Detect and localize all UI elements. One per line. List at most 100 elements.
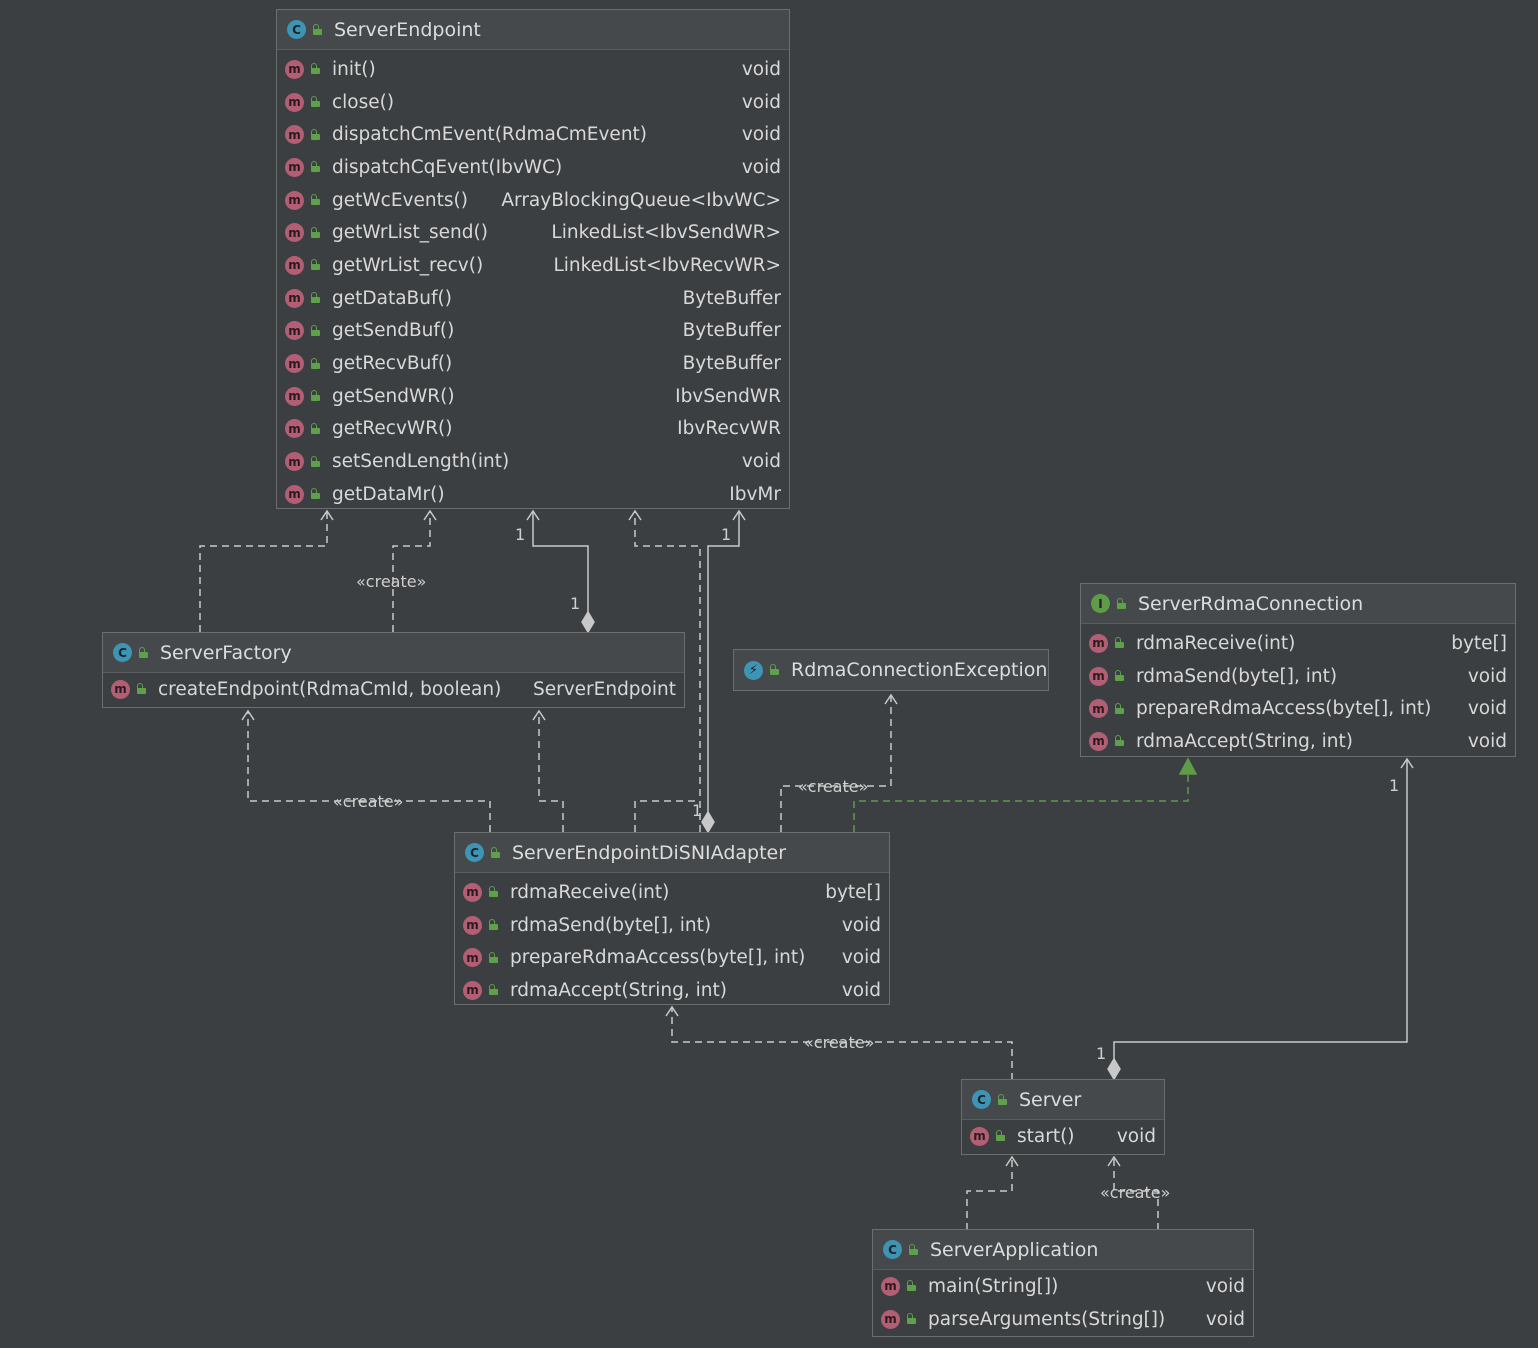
method-name: createEndpoint(RdmaCmId, boolean) bbox=[158, 678, 502, 700]
public-lock-icon bbox=[488, 886, 500, 898]
method-row[interactable]: m close() void bbox=[277, 86, 789, 119]
class-header[interactable]: C ServerEndpoint bbox=[277, 10, 789, 50]
method-name: rdmaReceive(int) bbox=[510, 881, 670, 903]
public-lock-icon bbox=[906, 1313, 918, 1325]
method-return-type: void bbox=[741, 124, 781, 146]
class-title: RdmaConnectionException bbox=[791, 659, 1048, 681]
method-row[interactable]: m prepareRdmaAccess(byte[], int) void bbox=[1081, 692, 1515, 725]
exception-icon: ⚡ bbox=[744, 660, 763, 680]
method-icon: m bbox=[881, 1309, 900, 1329]
method-return-type: ServerEndpoint bbox=[532, 678, 676, 700]
method-row[interactable]: m getSendWR() IbvSendWR bbox=[277, 380, 789, 413]
method-row[interactable]: m getRecvBuf() ByteBuffer bbox=[277, 347, 789, 380]
method-icon: m bbox=[1089, 699, 1108, 719]
class-node-server-application[interactable]: C ServerApplication m main(String[]) void m… bbox=[872, 1229, 1254, 1337]
method-icon: m bbox=[1089, 666, 1108, 686]
edge-adapter-exception-create bbox=[780, 696, 892, 832]
class-header[interactable]: ⚡ RdmaConnectionException bbox=[734, 650, 1048, 690]
method-icon: m bbox=[1089, 633, 1108, 653]
method-name: rdmaAccept(String, int) bbox=[1136, 730, 1353, 752]
method-row[interactable]: m dispatchCqEvent(IbvWC) void bbox=[277, 151, 789, 184]
method-row[interactable]: m rdmaSend(byte[], int) void bbox=[1081, 660, 1515, 693]
class-node-server-endpoint-disni-adapter[interactable]: C ServerEndpointDiSNIAdapter m rdmaReceiv… bbox=[454, 832, 890, 1005]
method-icon: m bbox=[285, 92, 304, 112]
class-node-server[interactable]: C Server m start() void bbox=[961, 1079, 1165, 1155]
method-name: prepareRdmaAccess(byte[], int) bbox=[510, 947, 806, 969]
method-row[interactable]: m rdmaSend(byte[], int) void bbox=[455, 909, 889, 942]
public-lock-icon bbox=[488, 984, 500, 996]
method-return-type: void bbox=[741, 91, 781, 113]
method-icon: m bbox=[285, 452, 304, 472]
method-row[interactable]: m main(String[]) void bbox=[873, 1270, 1253, 1303]
aggregation-diamond-factory bbox=[581, 610, 595, 634]
method-row[interactable]: m getWrList_send() LinkedList<IbvSendWR> bbox=[277, 216, 789, 249]
method-return-type: void bbox=[741, 156, 781, 178]
class-header[interactable]: C Server bbox=[962, 1080, 1164, 1120]
method-icon: m bbox=[463, 882, 482, 902]
method-row[interactable]: m init() void bbox=[277, 53, 789, 86]
class-title: ServerEndpoint bbox=[334, 18, 481, 41]
class-header[interactable]: I ServerRdmaConnection bbox=[1081, 584, 1515, 624]
method-icon: m bbox=[111, 679, 130, 699]
class-node-server-endpoint[interactable]: C ServerEndpoint m init() void m close() void… bbox=[276, 9, 790, 509]
multiplicity-label: 1 bbox=[1096, 1044, 1107, 1063]
method-row[interactable]: m rdmaAccept(String, int) void bbox=[455, 974, 889, 1007]
method-row[interactable]: m getSendBuf() ByteBuffer bbox=[277, 315, 789, 348]
class-node-rdma-connection-exception[interactable]: ⚡ RdmaConnectionException bbox=[733, 649, 1049, 691]
method-row[interactable]: m dispatchCmEvent(RdmaCmEvent) void bbox=[277, 118, 789, 151]
method-icon: m bbox=[285, 59, 304, 79]
method-return-type: ByteBuffer bbox=[682, 320, 781, 342]
edge-label-create: «create» bbox=[356, 572, 427, 591]
multiplicity-label: 1 bbox=[570, 594, 581, 613]
class-header[interactable]: C ServerEndpointDiSNIAdapter bbox=[455, 833, 889, 873]
method-row[interactable]: m prepareRdmaAccess(byte[], int) void bbox=[455, 941, 889, 974]
method-list: m rdmaReceive(int) byte[] m rdmaSend(byte[],… bbox=[1081, 624, 1515, 758]
method-row[interactable]: m getDataMr() IbvMr bbox=[277, 478, 789, 511]
class-node-server-factory[interactable]: C ServerFactory m createEndpoint(RdmaCmId… bbox=[102, 632, 685, 708]
method-list: m main(String[]) void m parseArguments(Strin… bbox=[873, 1270, 1253, 1335]
method-row[interactable]: m createEndpoint(RdmaCmId, boolean) Server… bbox=[103, 673, 684, 706]
method-return-type: IbvRecvWR bbox=[677, 418, 781, 440]
method-icon: m bbox=[463, 980, 482, 1000]
class-header[interactable]: C ServerApplication bbox=[873, 1230, 1253, 1270]
method-name: dispatchCqEvent(IbvWC) bbox=[332, 156, 563, 178]
method-return-type: LinkedList<IbvSendWR> bbox=[551, 222, 781, 244]
multiplicity-label: 1 bbox=[721, 525, 732, 544]
method-name: start() bbox=[1017, 1125, 1075, 1147]
method-row[interactable]: m rdmaAccept(String, int) void bbox=[1081, 725, 1515, 758]
method-name: setSendLength(int) bbox=[332, 451, 510, 473]
method-return-type: void bbox=[841, 914, 881, 936]
method-row[interactable]: m setSendLength(int) void bbox=[277, 445, 789, 478]
class-title: ServerRdmaConnection bbox=[1138, 592, 1364, 615]
method-row[interactable]: m parseArguments(String[]) void bbox=[873, 1303, 1253, 1336]
method-row[interactable]: m getWrList_recv() LinkedList<IbvRecvWR> bbox=[277, 249, 789, 282]
method-name: getRecvWR() bbox=[332, 418, 453, 440]
method-icon: m bbox=[1089, 731, 1108, 751]
public-lock-icon bbox=[1114, 637, 1126, 649]
edge-label-create: «create» bbox=[798, 777, 869, 796]
public-lock-icon bbox=[310, 422, 322, 435]
multiplicity-label: 1 bbox=[515, 525, 526, 544]
method-row[interactable]: m start() void bbox=[962, 1120, 1164, 1153]
method-name: rdmaSend(byte[], int) bbox=[510, 914, 712, 936]
interface-node-server-rdma-connection[interactable]: I ServerRdmaConnection m rdmaReceive(int)… bbox=[1080, 583, 1516, 757]
public-lock-icon bbox=[310, 488, 322, 500]
method-row[interactable]: m rdmaReceive(int) byte[] bbox=[1081, 627, 1515, 660]
method-icon: m bbox=[463, 915, 482, 935]
method-row[interactable]: m getDataBuf() ByteBuffer bbox=[277, 282, 789, 315]
method-icon: m bbox=[285, 125, 304, 145]
public-lock-icon bbox=[1114, 735, 1126, 747]
class-title: ServerEndpointDiSNIAdapter bbox=[512, 841, 787, 864]
public-lock-icon bbox=[488, 951, 500, 964]
method-icon: m bbox=[285, 484, 304, 504]
method-row[interactable]: m rdmaReceive(int) byte[] bbox=[455, 876, 889, 909]
multiplicity-label: 1 bbox=[1389, 776, 1400, 795]
class-header[interactable]: C ServerFactory bbox=[103, 633, 684, 673]
method-row[interactable]: m getWcEvents() ArrayBlockingQueue<IbvWC> bbox=[277, 184, 789, 217]
public-lock-icon bbox=[310, 194, 322, 206]
multiplicity-label: 1 bbox=[692, 801, 703, 820]
method-name: getDataMr() bbox=[332, 483, 445, 505]
method-name: prepareRdmaAccess(byte[], int) bbox=[1136, 698, 1432, 720]
public-lock-icon bbox=[310, 161, 322, 173]
method-row[interactable]: m getRecvWR() IbvRecvWR bbox=[277, 413, 789, 446]
